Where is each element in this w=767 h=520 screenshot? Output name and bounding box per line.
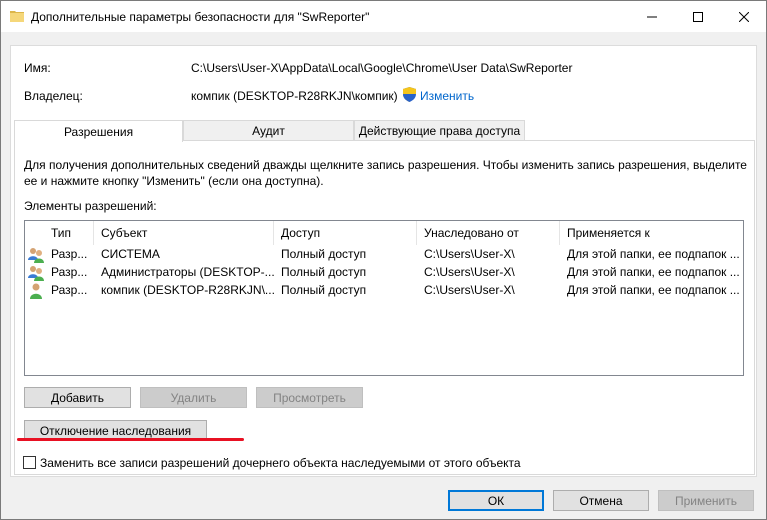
column-header-type[interactable]: Тип	[44, 221, 94, 245]
owner-value: компик (DESKTOP-R28RKJN\компик)	[191, 89, 398, 103]
table-row[interactable]: Разр... Администраторы (DESKTOP-... Полн…	[25, 264, 743, 282]
row-access: Полный доступ	[281, 283, 367, 297]
row-subject: СИСТЕМА	[101, 247, 160, 261]
row-type: Разр...	[51, 265, 88, 279]
replace-child-permissions-label: Заменить все записи разрешений дочернего…	[40, 456, 521, 470]
permissions-description: Для получения дополнительных сведений дв…	[24, 158, 747, 188]
security-settings-window: Дополнительные параметры безопасности дл…	[0, 0, 767, 520]
users-group-icon	[28, 248, 44, 263]
close-icon	[739, 11, 749, 22]
row-applies-to: Для этой папки, ее подпапок ...	[567, 247, 740, 261]
tab-permissions[interactable]: Разрешения	[14, 120, 183, 142]
maximize-icon	[693, 11, 703, 22]
cancel-button[interactable]: Отмена	[553, 490, 649, 511]
row-inherited-from: C:\Users\User-X\	[424, 247, 515, 261]
minimize-button[interactable]	[629, 1, 675, 32]
annotation-underline	[17, 438, 244, 441]
row-applies-to: Для этой папки, ее подпапок ...	[567, 265, 740, 279]
column-header-inherited-from[interactable]: Унаследовано от	[417, 221, 560, 245]
row-applies-to: Для этой папки, ее подпапок ...	[567, 283, 740, 297]
uac-shield-icon	[403, 87, 416, 102]
row-type: Разр...	[51, 247, 88, 261]
user-icon	[30, 283, 42, 299]
name-label: Имя:	[24, 61, 51, 75]
ok-button[interactable]: ОК	[448, 490, 544, 511]
name-value: C:\Users\User-X\AppData\Local\Google\Chr…	[191, 61, 573, 75]
replace-child-permissions-checkbox[interactable]	[23, 456, 36, 469]
column-header-subject[interactable]: Субъект	[94, 221, 274, 245]
permission-entries-label: Элементы разрешений:	[24, 199, 157, 213]
maximize-button[interactable]	[675, 1, 721, 32]
tab-audit[interactable]: Аудит	[183, 120, 354, 141]
minimize-icon	[647, 16, 657, 17]
tab-effective-access[interactable]: Действующие права доступа	[354, 120, 525, 141]
folder-icon	[10, 11, 24, 22]
apply-button[interactable]: Применить	[658, 490, 754, 511]
column-header-access[interactable]: Доступ	[274, 221, 417, 245]
change-owner-link[interactable]: Изменить	[420, 89, 474, 103]
row-inherited-from: C:\Users\User-X\	[424, 265, 515, 279]
row-access: Полный доступ	[281, 265, 367, 279]
view-button[interactable]: Просмотреть	[256, 387, 363, 408]
add-button[interactable]: Добавить	[24, 387, 131, 408]
table-row[interactable]: Разр... СИСТЕМА Полный доступ C:\Users\U…	[25, 246, 743, 264]
row-subject: Администраторы (DESKTOP-...	[101, 265, 275, 279]
close-button[interactable]	[721, 1, 767, 32]
title-bar: Дополнительные параметры безопасности дл…	[1, 1, 766, 32]
remove-button[interactable]: Удалить	[140, 387, 247, 408]
permission-entries-list[interactable]: Тип Субъект Доступ Унаследовано от Приме…	[24, 220, 744, 376]
row-access: Полный доступ	[281, 247, 367, 261]
list-header: Тип Субъект Доступ Унаследовано от Приме…	[25, 221, 743, 245]
users-group-icon	[28, 266, 44, 281]
window-title: Дополнительные параметры безопасности дл…	[31, 10, 370, 24]
table-row[interactable]: Разр... компик (DESKTOP-R28RKJN\... Полн…	[25, 282, 743, 300]
column-header-applies-to[interactable]: Применяется к	[560, 221, 743, 245]
row-inherited-from: C:\Users\User-X\	[424, 283, 515, 297]
row-type: Разр...	[51, 283, 88, 297]
row-subject: компик (DESKTOP-R28RKJN\...	[101, 283, 275, 297]
owner-label: Владелец:	[24, 89, 83, 103]
